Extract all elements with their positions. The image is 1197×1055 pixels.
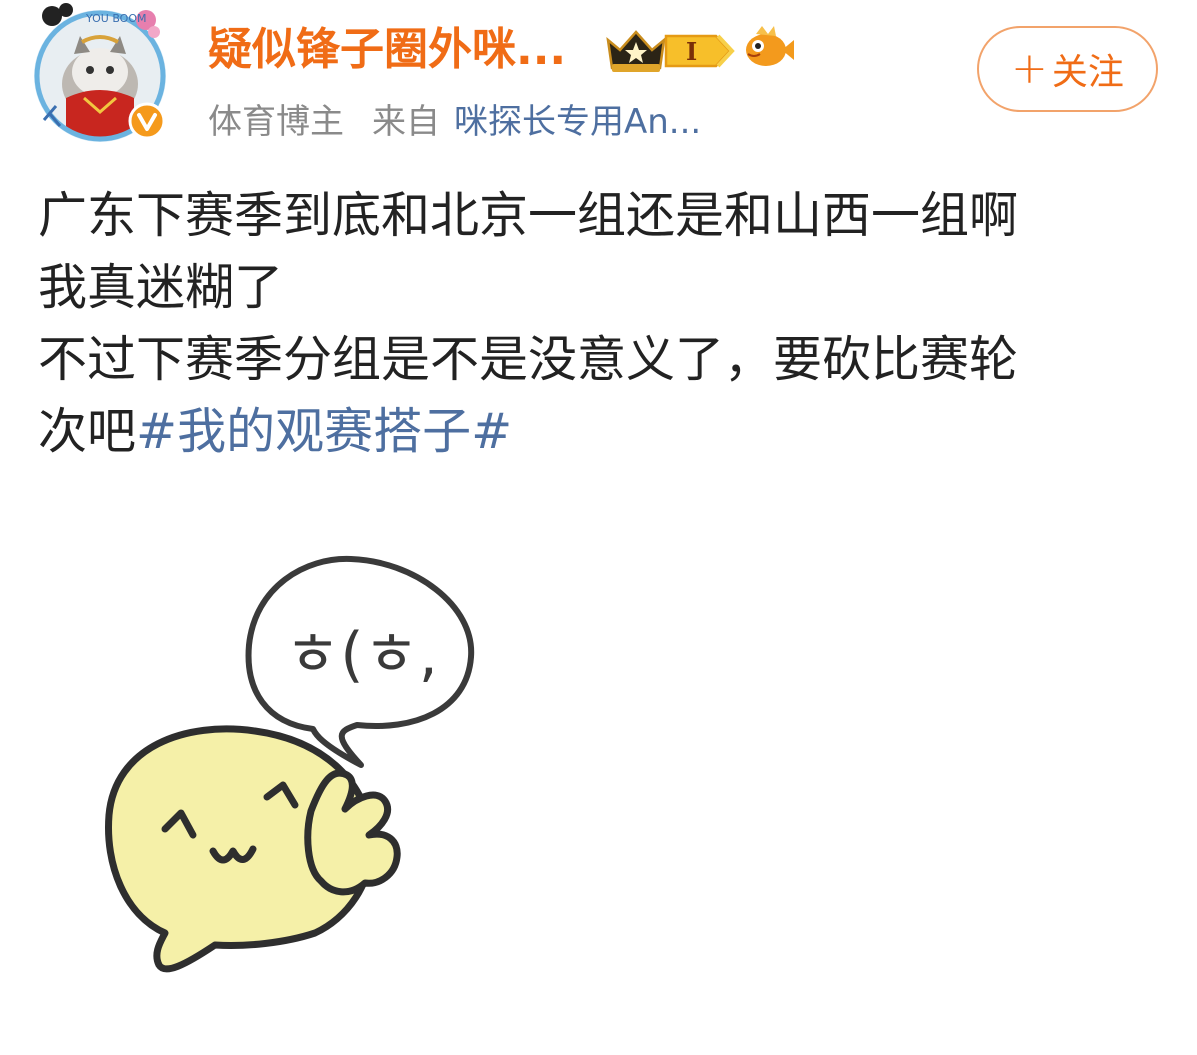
username[interactable]: 疑似锋子圈外咪... [208,20,566,80]
follow-button[interactable]: + 关注 [977,26,1158,112]
verified-badge [128,102,166,140]
source-link[interactable]: 咪探长专用An... [454,102,701,142]
topic-link[interactable]: #我的观赛搭子# [136,403,512,460]
level-badge[interactable]: I [664,28,736,74]
post-line-with-topic: 次吧#我的观赛搭子# [38,396,1168,468]
svg-text:I: I [686,37,697,66]
post-sticker-image[interactable]: ㅎ(ㅎ, [95,535,525,1005]
post-meta: 体育博主 来自 咪探长专用An... [208,96,701,148]
post-line: 我真迷糊了 [38,259,284,316]
crown-badge-icon [606,30,666,72]
post-line: 不过下赛季分组是不是没意义了，要砍比赛轮 [38,331,1019,388]
fish-badge-icon [746,26,794,66]
post-line: 次吧 [38,403,137,460]
level-badge-icon: I [664,34,735,68]
svg-text:YOU BOOM: YOU BOOM [85,12,146,25]
follow-label: 关注 [1051,52,1124,93]
svg-text:ㅎ(ㅎ,: ㅎ(ㅎ, [285,620,438,690]
plus-icon: + [1011,43,1048,94]
sticker-icon: ㅎ(ㅎ, [105,555,475,973]
fish-badge[interactable] [740,20,796,74]
post-line: 广东下赛季到底和北京一组还是和山西一组啊 [38,187,1019,244]
post-text: 广东下赛季到底和北京一组还是和山西一组啊 我真迷糊了 不过下赛季分组是不是没意义… [38,180,1168,468]
verified-label: 体育博主 [208,102,344,142]
crown-badge[interactable] [604,28,668,74]
from-label: 来自 [372,102,440,142]
verified-icon [128,102,166,140]
